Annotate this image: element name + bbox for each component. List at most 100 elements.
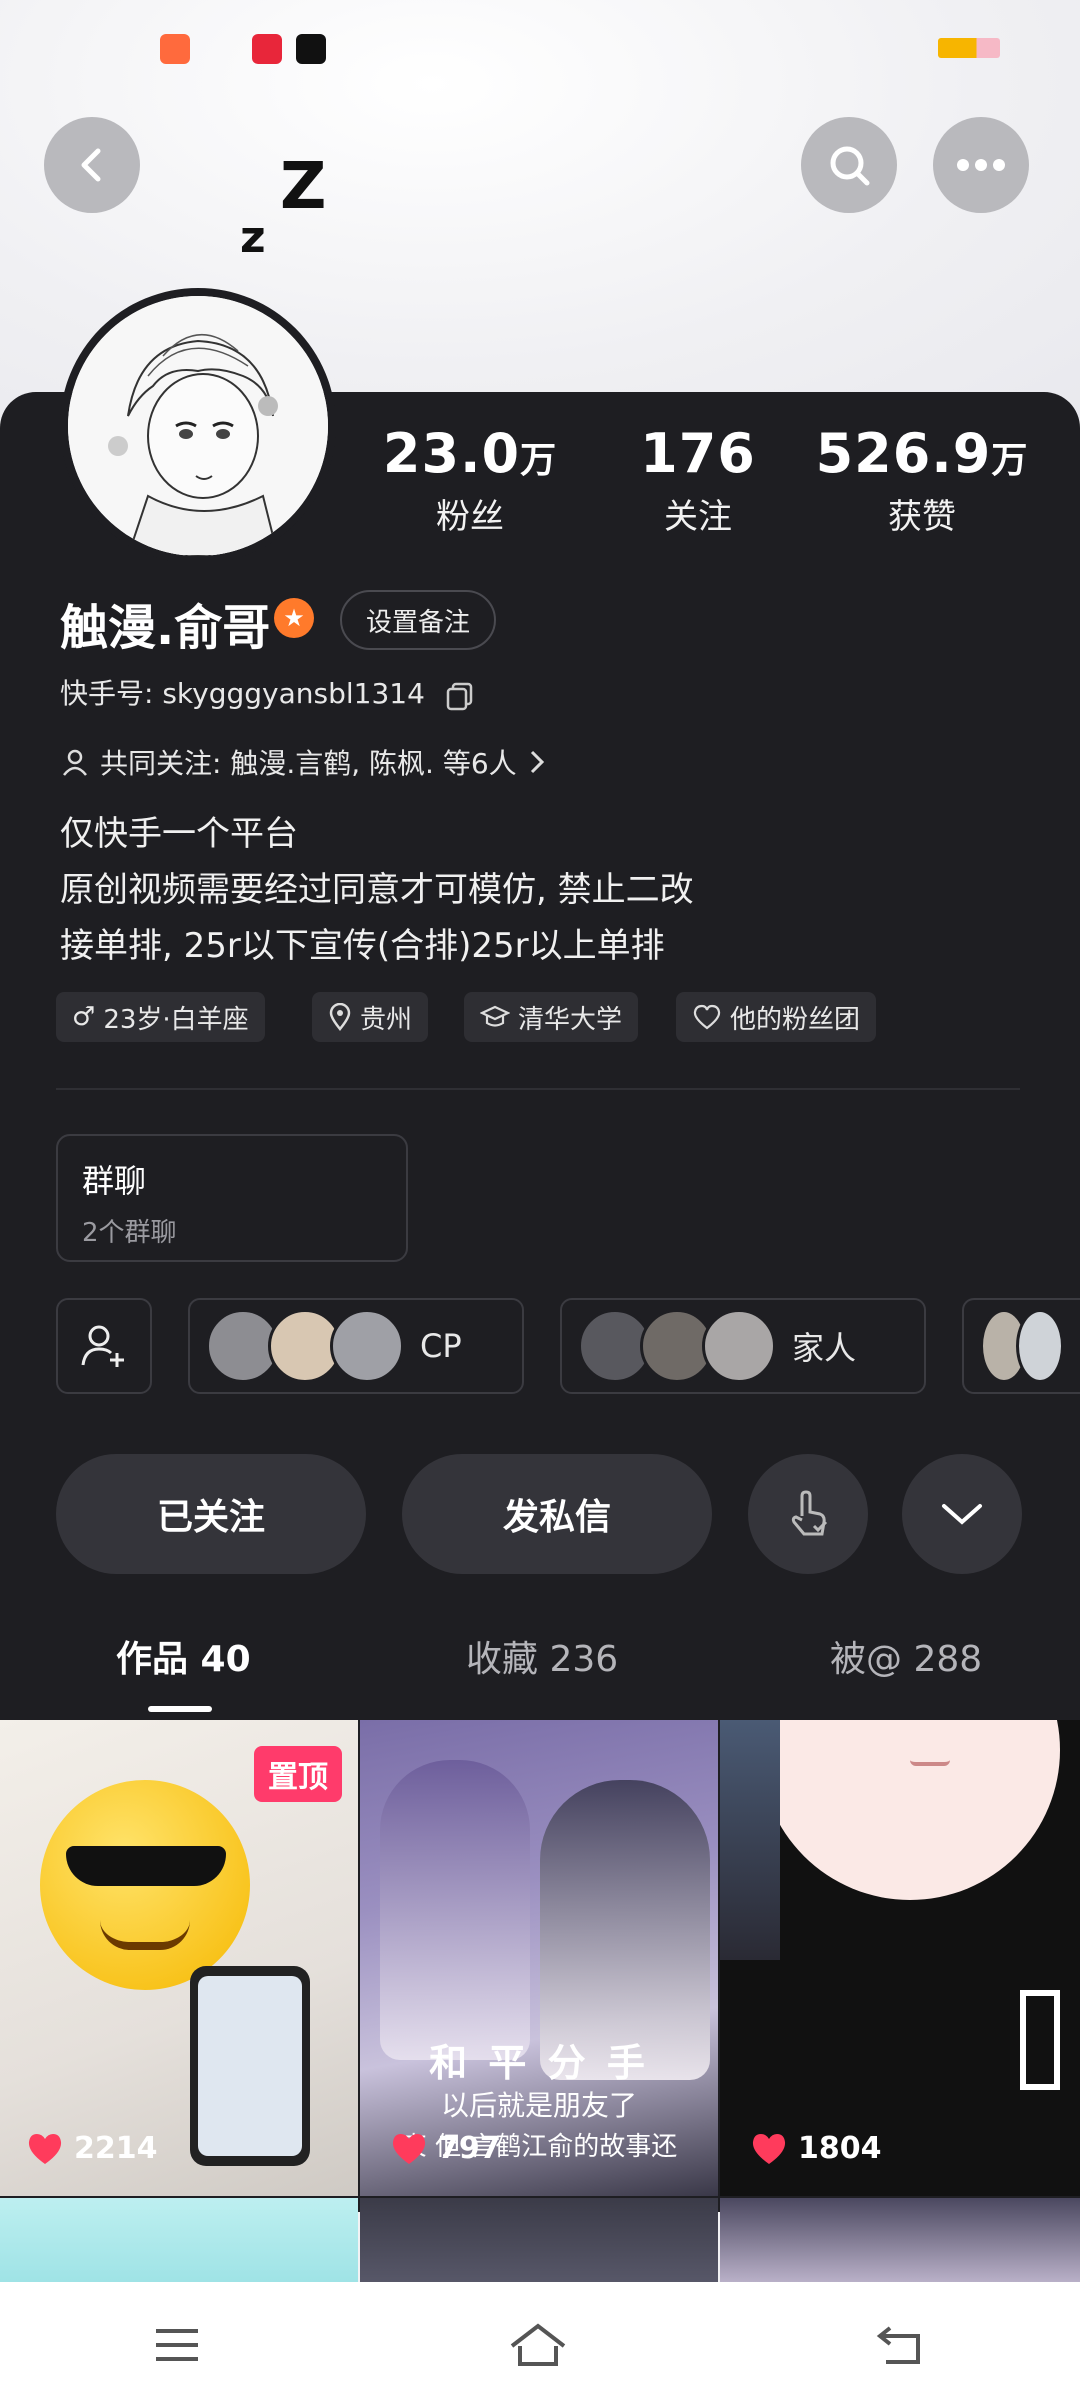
back-arrow-icon[interactable] bbox=[874, 2322, 928, 2368]
avatar[interactable] bbox=[60, 288, 336, 564]
stat-following[interactable]: 176 关注 bbox=[588, 422, 808, 538]
family-avatar bbox=[702, 1309, 776, 1383]
work-thumbnail[interactable] bbox=[360, 2198, 718, 2282]
bio-line-1: 仅快手一个平台 bbox=[60, 814, 298, 854]
video-caption-main: 和 平 分 手 bbox=[429, 2041, 649, 2085]
likes-label: 获赞 bbox=[888, 497, 956, 537]
doodle-z-small: z bbox=[240, 212, 266, 263]
likes-count: 526.9 bbox=[815, 422, 992, 485]
age-tag-label: 23岁·白羊座 bbox=[103, 1004, 249, 1035]
add-user-icon bbox=[81, 1325, 124, 1367]
fan-club-tag[interactable]: 他的粉丝团 bbox=[676, 992, 877, 1042]
following-count: 176 bbox=[640, 422, 756, 485]
doodle-z-large: Z bbox=[280, 150, 327, 224]
character-face-image bbox=[760, 1720, 1060, 1900]
like-count: 2214 bbox=[26, 2131, 158, 2166]
add-friend-button[interactable] bbox=[56, 1298, 152, 1394]
avatar-illustration bbox=[68, 296, 328, 556]
tab-works[interactable]: 作品 40 bbox=[116, 1630, 251, 1682]
like-count-value: 2214 bbox=[74, 2131, 158, 2166]
more-button[interactable] bbox=[933, 117, 1029, 213]
user-icon bbox=[63, 749, 87, 776]
fans-count: 23.0 bbox=[382, 422, 521, 485]
mutual-follow-text: 共同关注: 触漫.言鹤, 陈枫. 等6人 bbox=[100, 747, 517, 780]
school-tag-label: 清华大学 bbox=[518, 1004, 623, 1035]
heart-icon bbox=[392, 2133, 426, 2164]
back-button[interactable] bbox=[44, 117, 140, 213]
video-app-icon bbox=[296, 34, 326, 64]
profile-name: 触漫.俞哥 bbox=[60, 600, 271, 656]
like-count-value: 1804 bbox=[798, 2131, 882, 2166]
extra-avatar bbox=[1016, 1309, 1064, 1383]
character-image bbox=[380, 1760, 530, 2060]
followed-button[interactable]: 已关注 bbox=[56, 1454, 366, 1574]
cp-relation-chip[interactable]: CP bbox=[188, 1298, 524, 1394]
family-chip-label: 家人 bbox=[792, 1329, 857, 1367]
menu-icon[interactable] bbox=[152, 2325, 202, 2365]
set-remark-button[interactable]: 设置备注 bbox=[340, 590, 497, 650]
tab-favorites[interactable]: 收藏 236 bbox=[466, 1630, 618, 1682]
work-thumbnail[interactable]: 置顶 2214 bbox=[0, 1720, 358, 2196]
location-icon bbox=[329, 1003, 351, 1031]
heart-icon bbox=[28, 2133, 62, 2164]
expand-button[interactable] bbox=[902, 1454, 1022, 1574]
likes-unit: 万 bbox=[991, 440, 1029, 481]
mutual-follow-row[interactable]: 共同关注: 触漫.言鹤, 陈枫. 等6人 bbox=[60, 742, 547, 782]
search-icon bbox=[830, 146, 870, 186]
heart-outline-icon bbox=[693, 1004, 721, 1030]
star-badge-icon: ★ bbox=[274, 598, 314, 638]
group-chat-count: 2个群聊 bbox=[82, 1218, 177, 1248]
extra-relation-chip[interactable] bbox=[962, 1298, 1080, 1394]
fans-unit: 万 bbox=[520, 440, 558, 481]
like-count: 797 bbox=[390, 2131, 501, 2166]
location-tag-label: 贵州 bbox=[360, 1004, 413, 1035]
bio-line-3: 接单排, 25r以下宣传(合排)25r以上单排 bbox=[60, 926, 665, 966]
system-nav-bar bbox=[0, 2282, 1080, 2408]
cp-chip-label: CP bbox=[420, 1327, 462, 1365]
active-tab-indicator bbox=[148, 1706, 212, 1712]
video-caption-sub: 以后就是朋友了 bbox=[440, 2089, 637, 2122]
fan-club-tag-label: 他的粉丝团 bbox=[730, 1004, 861, 1035]
chevron-left-icon bbox=[81, 148, 101, 182]
male-icon: ♂ bbox=[72, 1002, 96, 1032]
battery-icon bbox=[938, 38, 1000, 58]
chevron-down-icon bbox=[942, 1504, 982, 1525]
section-divider bbox=[56, 1088, 1020, 1090]
kuaishou-id-row: 快手号: skygggyansbl1314 bbox=[60, 672, 476, 712]
kuaishou-id: 快手号: skygggyansbl1314 bbox=[60, 677, 425, 710]
send-message-button[interactable]: 发私信 bbox=[402, 1454, 712, 1574]
work-thumbnail[interactable] bbox=[720, 2198, 1080, 2282]
work-thumbnail[interactable]: 1804 bbox=[720, 1720, 1080, 2196]
chevron-right-icon bbox=[530, 750, 544, 774]
bio-line-2: 原创视频需要经过同意才可模仿, 禁止二改 bbox=[60, 870, 694, 910]
group-chat-title: 群聊 bbox=[82, 1162, 147, 1200]
tab-mentions[interactable]: 被@ 288 bbox=[830, 1630, 982, 1682]
fans-label: 粉丝 bbox=[436, 497, 504, 537]
sunglasses-emoji-icon bbox=[40, 1780, 250, 1990]
like-count-value: 797 bbox=[438, 2131, 501, 2166]
home-icon[interactable] bbox=[506, 2320, 570, 2370]
kuaishou-app-icon bbox=[160, 34, 190, 64]
stat-likes[interactable]: 526.9万 获赞 bbox=[812, 422, 1032, 538]
ellipsis-icon bbox=[957, 159, 1005, 171]
cp-avatar bbox=[330, 1309, 404, 1383]
phone-image bbox=[190, 1966, 310, 2166]
stat-fans[interactable]: 23.0万 粉丝 bbox=[360, 422, 580, 538]
following-label: 关注 bbox=[664, 497, 732, 537]
school-tag: 清华大学 bbox=[464, 992, 639, 1042]
family-relation-chip[interactable]: 家人 bbox=[560, 1298, 926, 1394]
gesture-button[interactable] bbox=[748, 1454, 868, 1574]
xiaohongshu-app-icon bbox=[252, 34, 282, 64]
tap-hand-icon bbox=[791, 1490, 828, 1536]
work-thumbnail[interactable] bbox=[0, 2198, 358, 2282]
location-tag: 贵州 bbox=[312, 992, 429, 1042]
heart-icon bbox=[752, 2133, 786, 2164]
pinned-badge: 置顶 bbox=[254, 1746, 342, 1802]
like-count: 1804 bbox=[750, 2131, 882, 2166]
graduation-cap-icon bbox=[480, 1005, 510, 1027]
age-tag: ♂ 23岁·白羊座 bbox=[56, 992, 265, 1042]
copy-icon[interactable] bbox=[444, 679, 476, 711]
group-chat-card[interactable]: 群聊 2个群聊 bbox=[56, 1134, 408, 1262]
search-button[interactable] bbox=[801, 117, 897, 213]
work-thumbnail[interactable]: 和 平 分 手 以后就是朋友了 東 但 言鹤江俞的故事还 797 bbox=[360, 1720, 718, 2196]
